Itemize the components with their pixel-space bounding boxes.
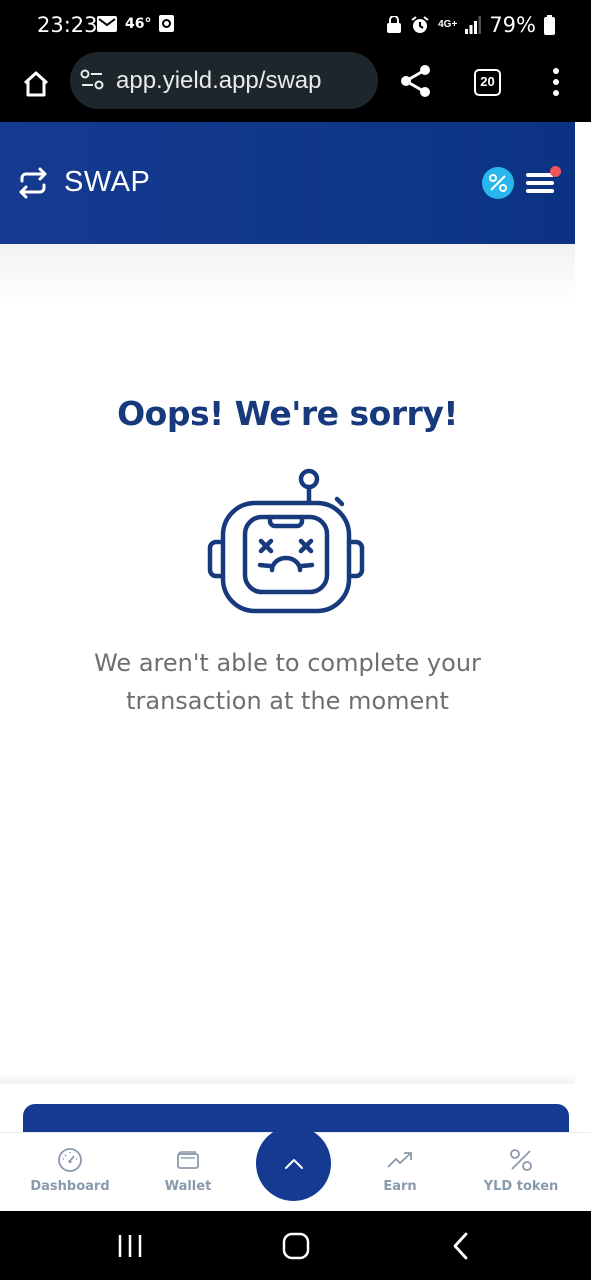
- sad-robot-icon: [204, 466, 368, 623]
- nav-label-yld-token: YLD token: [483, 1179, 559, 1194]
- alarm-icon: [410, 15, 430, 35]
- web-page: SWAP Oops! We're sorry! We aren't able t…: [0, 122, 575, 1211]
- percent-icon: [510, 1149, 532, 1171]
- system-back-button[interactable]: [450, 1231, 472, 1266]
- status-notifications: 46°: [97, 15, 175, 32]
- nav-item-dashboard[interactable]: Dashboard: [15, 1147, 125, 1194]
- more-vert-icon: [553, 68, 559, 96]
- address-bar[interactable]: app.yield.app/swap: [70, 52, 378, 109]
- nav-item-yld-token[interactable]: YLD token: [466, 1147, 576, 1194]
- battery-percent: 79%: [489, 13, 536, 37]
- nav-label-earn: Earn: [383, 1179, 417, 1194]
- browser-home-button[interactable]: [16, 64, 56, 104]
- status-time: 23:23: [37, 13, 98, 37]
- browser-menu-button[interactable]: [548, 66, 564, 98]
- battery-icon: [544, 15, 555, 35]
- url-text[interactable]: app.yield.app/swap: [116, 67, 321, 95]
- nav-label-wallet: Wallet: [164, 1179, 212, 1194]
- status-bar: 23:23 46° 4G+ 79%: [0, 0, 591, 52]
- recents-icon: [118, 1235, 142, 1257]
- page-scroll-gutter: [575, 122, 591, 1211]
- page-title: SWAP: [64, 166, 151, 198]
- percent-badge-icon: [489, 174, 507, 192]
- notification-dot: [550, 166, 561, 177]
- earn-icon: [387, 1152, 412, 1168]
- system-navigation-bar: [0, 1211, 591, 1280]
- network-type: 4G+: [438, 19, 458, 30]
- weather-temperature: 46°: [125, 15, 152, 32]
- share-button[interactable]: [397, 62, 435, 100]
- recents-button[interactable]: [117, 1233, 143, 1264]
- system-home-button[interactable]: [282, 1232, 310, 1265]
- error-message-line-1: We aren't able to complete your: [94, 649, 481, 677]
- nav-item-wallet[interactable]: Wallet: [133, 1147, 243, 1194]
- content-bottom-divider: [0, 1074, 575, 1084]
- error-message-line-2: transaction at the moment: [126, 687, 449, 715]
- browser-toolbar: app.yield.app/swap 20: [0, 52, 591, 122]
- scroll-to-top-button[interactable]: [256, 1126, 331, 1201]
- share-icon: [401, 65, 430, 97]
- status-system-icons: 4G+ 79%: [386, 13, 555, 37]
- swap-icon: [16, 167, 50, 204]
- error-message: We aren't able to complete your transact…: [0, 644, 575, 720]
- lock-icon: [386, 16, 402, 34]
- home-circle-icon: [282, 1232, 310, 1260]
- error-title: Oops! We're sorry!: [117, 394, 458, 433]
- signal-icon: [465, 16, 482, 34]
- back-arrow-icon: [453, 1232, 468, 1260]
- site-settings-icon[interactable]: [80, 69, 104, 96]
- nav-item-earn[interactable]: Earn: [345, 1147, 455, 1194]
- nav-label-dashboard: Dashboard: [30, 1179, 110, 1194]
- home-icon: [23, 71, 49, 97]
- tab-switcher-button[interactable]: 20: [474, 69, 501, 96]
- mail-icon: [97, 15, 117, 32]
- promo-percent-button[interactable]: [482, 167, 514, 199]
- dashboard-icon: [58, 1148, 82, 1172]
- content-top-shadow: [0, 244, 575, 304]
- wallet-icon: [177, 1151, 199, 1169]
- chevron-up-icon: [284, 1158, 303, 1169]
- app-notification-icon: [159, 15, 175, 32]
